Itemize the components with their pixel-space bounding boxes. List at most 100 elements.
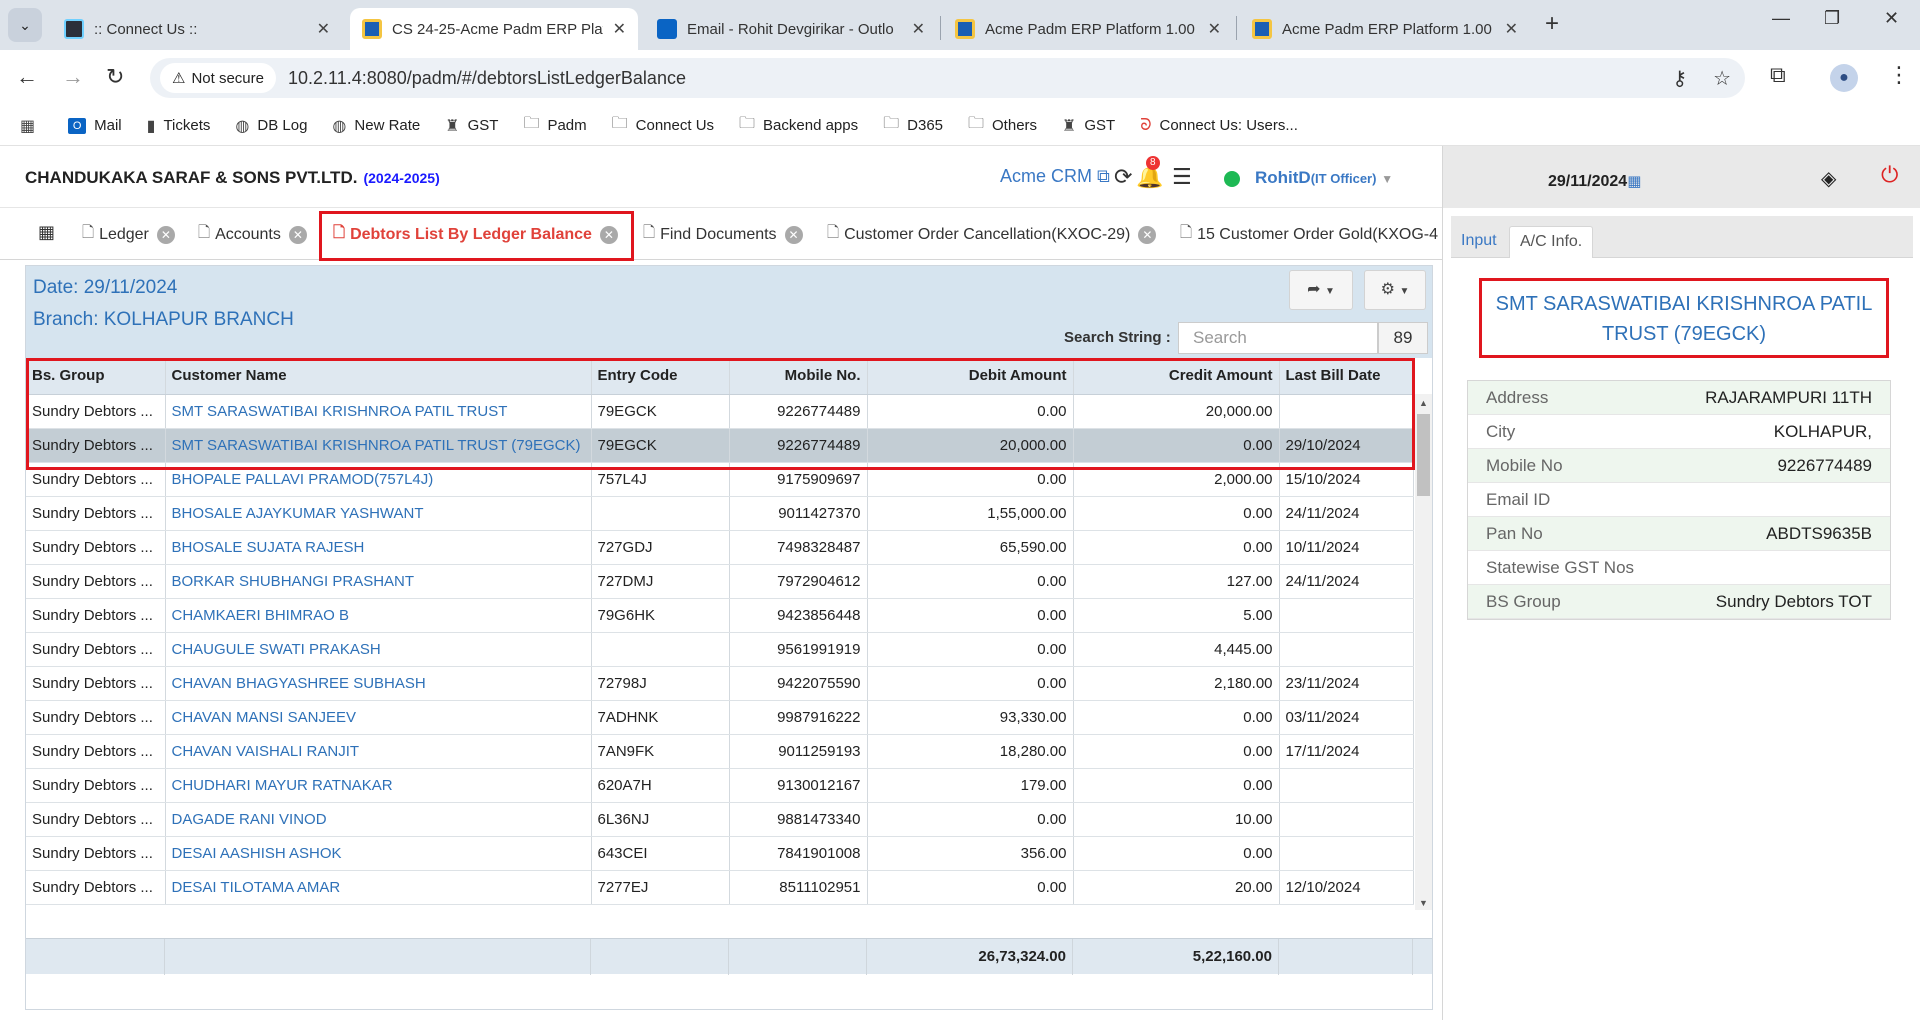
bookmark-gst[interactable]: ♜ GST xyxy=(445,116,498,136)
vertical-scrollbar[interactable]: ▲ ▼ xyxy=(1415,394,1432,910)
tab-customer-order-gold[interactable]: 🗋 15 Customer Order Gold(KXOG-4 xyxy=(1180,222,1442,247)
new-tab-button[interactable]: + xyxy=(1545,10,1559,38)
browser-tab-erp-active[interactable]: CS 24-25-Acme Padm ERP Platfo ✕ xyxy=(350,8,638,50)
sync-icon[interactable]: ⟳ xyxy=(1114,164,1132,190)
url-text[interactable]: 10.2.11.4:8080/padm/#/debtorsListLedgerB… xyxy=(288,68,686,89)
tab-input[interactable]: Input xyxy=(1451,226,1507,258)
user-menu[interactable]: RohitD(IT Officer) ▼ xyxy=(1255,168,1393,188)
cell-customer-name[interactable]: BHOSALE AJAYKUMAR YASHWANT xyxy=(165,496,592,531)
cell-customer-name[interactable]: DESAI AASHISH ASHOK xyxy=(165,836,592,871)
vertical-scroll-thumb[interactable] xyxy=(1417,414,1430,496)
tab-search-button[interactable]: ⌄ xyxy=(8,8,42,42)
calendar-icon[interactable]: ▦ xyxy=(1627,173,1641,190)
browser-tab-erp-3[interactable]: Acme Padm ERP Platform 1.00 2 ✕ xyxy=(1240,8,1530,50)
browser-menu-kebab-icon[interactable]: ⋮ xyxy=(1888,62,1910,88)
table-row[interactable]: Sundry Debtors ... CHAMKAERI BHIMRAO B 79G… xyxy=(26,598,1414,633)
browser-tab-erp-2[interactable]: Acme Padm ERP Platform 1.00 2 ✕ xyxy=(943,8,1233,50)
close-icon[interactable]: ✕ xyxy=(156,225,175,244)
cell-customer-name[interactable]: BHOSALE SUJATA RAJESH xyxy=(165,530,592,565)
cell-customer-name[interactable]: BORKAR SHUBHANGI PRASHANT xyxy=(165,564,592,599)
tab-ac-info[interactable]: A/C Info. xyxy=(1509,226,1594,258)
minimize-button[interactable]: — xyxy=(1772,8,1790,29)
cell-customer-name[interactable]: CHUDHARI MAYUR RATNAKAR xyxy=(165,768,592,803)
table-row[interactable]: Sundry Debtors ... CHAVAN BHAGYASHREE SUB… xyxy=(26,666,1414,701)
table-row[interactable]: Sundry Debtors ... BHOPALE PALLAVI PRAMOD… xyxy=(26,462,1414,497)
cell-customer-name[interactable]: BHOPALE PALLAVI PRAMOD(757L4J) xyxy=(165,462,592,497)
col-credit-amount[interactable]: Credit Amount xyxy=(1073,358,1280,395)
extensions-puzzle-icon[interactable]: ⧉ xyxy=(1770,62,1786,88)
scroll-down-icon[interactable]: ▼ xyxy=(1419,898,1428,908)
bookmark-new-rate[interactable]: ◍ New Rate xyxy=(332,116,420,136)
bookmark-connect-us-users[interactable]: ᘐ Connect Us: Users... xyxy=(1140,117,1298,135)
bookmark-db-log[interactable]: ◍ DB Log xyxy=(235,116,307,136)
bookmark-backend-apps[interactable]: 🗀 Backend apps xyxy=(739,112,858,139)
restore-button[interactable]: ❐ xyxy=(1824,8,1840,29)
bookmark-tickets[interactable]: ▮ Tickets xyxy=(147,116,211,136)
forward-button[interactable]: → xyxy=(62,64,84,90)
apps-grid-button[interactable]: ▦ xyxy=(20,116,43,136)
password-key-icon[interactable]: ⚷ xyxy=(1672,66,1687,91)
cell-customer-name[interactable]: SMT SARASWATIBAI KRISHNROA PATIL TRUST xyxy=(165,394,592,429)
table-row[interactable]: Sundry Debtors ... SMT SARASWATIBAI KRISH… xyxy=(26,428,1414,463)
cell-customer-name[interactable]: CHAVAN BHAGYASHREE SUBHASH xyxy=(165,666,592,701)
table-row[interactable]: Sundry Debtors ... BHOSALE AJAYKUMAR YASH… xyxy=(26,496,1414,531)
table-row[interactable]: Sundry Debtors ... SMT SARASWATIBAI KRISH… xyxy=(26,394,1414,429)
close-icon[interactable]: ✕ xyxy=(1138,225,1157,244)
tab-customer-order-cancellation[interactable]: 🗋 Customer Order Cancellation(KXOC-29) ✕ xyxy=(827,222,1157,247)
power-icon[interactable]: ⏻ xyxy=(1881,162,1898,188)
reload-button[interactable]: ↻ xyxy=(106,64,124,90)
omnibox[interactable]: ⚠ Not secure 10.2.11.4:8080/padm/#/debto… xyxy=(150,58,1745,98)
cell-customer-name[interactable]: CHAVAN MANSI SANJEEV xyxy=(165,700,592,735)
scroll-up-icon[interactable]: ▲ xyxy=(1419,398,1428,408)
window-close-button[interactable]: ✕ xyxy=(1884,8,1899,29)
cell-customer-name[interactable]: CHAMKAERI BHIMRAO B xyxy=(165,598,592,633)
share-button[interactable]: ➦ ▼ xyxy=(1289,270,1353,310)
browser-tab-connect-us[interactable]: :: Connect Us :: ✕ xyxy=(52,8,342,50)
col-last-bill-date[interactable]: Last Bill Date xyxy=(1279,358,1414,395)
current-date[interactable]: 29/11/2024▦ xyxy=(1548,172,1641,191)
tab-ledger[interactable]: 🗋 Ledger ✕ xyxy=(82,222,175,247)
tab-accounts[interactable]: 🗋 Accounts ✕ xyxy=(198,222,307,247)
table-row[interactable]: Sundry Debtors ... DESAI TILOTAMA AMAR 727… xyxy=(26,870,1414,905)
settings-button[interactable]: ⚙ ▼ xyxy=(1364,270,1426,310)
table-row[interactable]: Sundry Debtors ... DESAI AASHISH ASHOK 643… xyxy=(26,836,1414,871)
bookmark-padm[interactable]: 🗀 Padm xyxy=(523,112,586,139)
security-chip[interactable]: ⚠ Not secure xyxy=(160,63,276,93)
module-grid-icon[interactable]: ▦ xyxy=(38,222,55,243)
table-row[interactable]: Sundry Debtors ... CHAVAN VAISHALI RANJIT… xyxy=(26,734,1414,769)
cell-customer-name[interactable]: DAGADE RANI VINOD xyxy=(165,802,592,837)
col-bs-group[interactable]: Bs. Group xyxy=(26,358,166,395)
cell-customer-name[interactable]: CHAVAN VAISHALI RANJIT xyxy=(165,734,592,769)
close-icon[interactable]: ✕ xyxy=(613,19,626,39)
list-menu-icon[interactable]: ☰ xyxy=(1172,164,1192,190)
bookmark-d365[interactable]: 🗀 D365 xyxy=(883,112,943,139)
close-icon[interactable]: ✕ xyxy=(317,19,330,39)
profile-avatar-icon[interactable]: ● xyxy=(1830,64,1858,92)
cell-customer-name[interactable]: CHAUGULE SWATI PRAKASH xyxy=(165,632,592,667)
table-row[interactable]: Sundry Debtors ... CHAVAN MANSI SANJEEV 7A… xyxy=(26,700,1414,735)
table-row[interactable]: Sundry Debtors ... DAGADE RANI VINOD 6L36N… xyxy=(26,802,1414,837)
col-debit-amount[interactable]: Debit Amount xyxy=(867,358,1074,395)
col-mobile-no[interactable]: Mobile No. xyxy=(729,358,868,395)
cell-customer-name[interactable]: DESAI TILOTAMA AMAR xyxy=(165,870,592,905)
table-row[interactable]: Sundry Debtors ... CHUDHARI MAYUR RATNAKA… xyxy=(26,768,1414,803)
col-customer-name[interactable]: Customer Name xyxy=(165,358,592,395)
cell-customer-name[interactable]: SMT SARASWATIBAI KRISHNROA PATIL TRUST (… xyxy=(165,428,592,463)
close-icon[interactable]: ✕ xyxy=(912,19,925,39)
close-icon[interactable]: ✕ xyxy=(1208,19,1221,39)
close-icon[interactable]: ✕ xyxy=(288,225,307,244)
bookmark-gst-2[interactable]: ♜ GST xyxy=(1062,116,1115,136)
table-row[interactable]: Sundry Debtors ... BORKAR SHUBHANGI PRASH… xyxy=(26,564,1414,599)
bookmark-connect-us[interactable]: 🗀 Connect Us xyxy=(612,112,714,139)
bookmark-mail[interactable]: O Mail xyxy=(68,117,122,134)
col-entry-code[interactable]: Entry Code xyxy=(591,358,730,395)
eye-slash-icon[interactable]: ◈ xyxy=(1821,166,1836,191)
tab-find-documents[interactable]: 🗋 Find Documents ✕ xyxy=(643,222,803,247)
table-row[interactable]: Sundry Debtors ... CHAUGULE SWATI PRAKASH… xyxy=(26,632,1414,667)
close-icon[interactable]: ✕ xyxy=(784,225,803,244)
search-input[interactable] xyxy=(1178,322,1378,354)
close-icon[interactable]: ✕ xyxy=(1505,19,1518,39)
back-button[interactable]: ← xyxy=(16,64,38,90)
browser-tab-email[interactable]: Email - Rohit Devgirikar - Outlo ✕ xyxy=(645,8,937,50)
table-row[interactable]: Sundry Debtors ... BHOSALE SUJATA RAJESH 7… xyxy=(26,530,1414,565)
